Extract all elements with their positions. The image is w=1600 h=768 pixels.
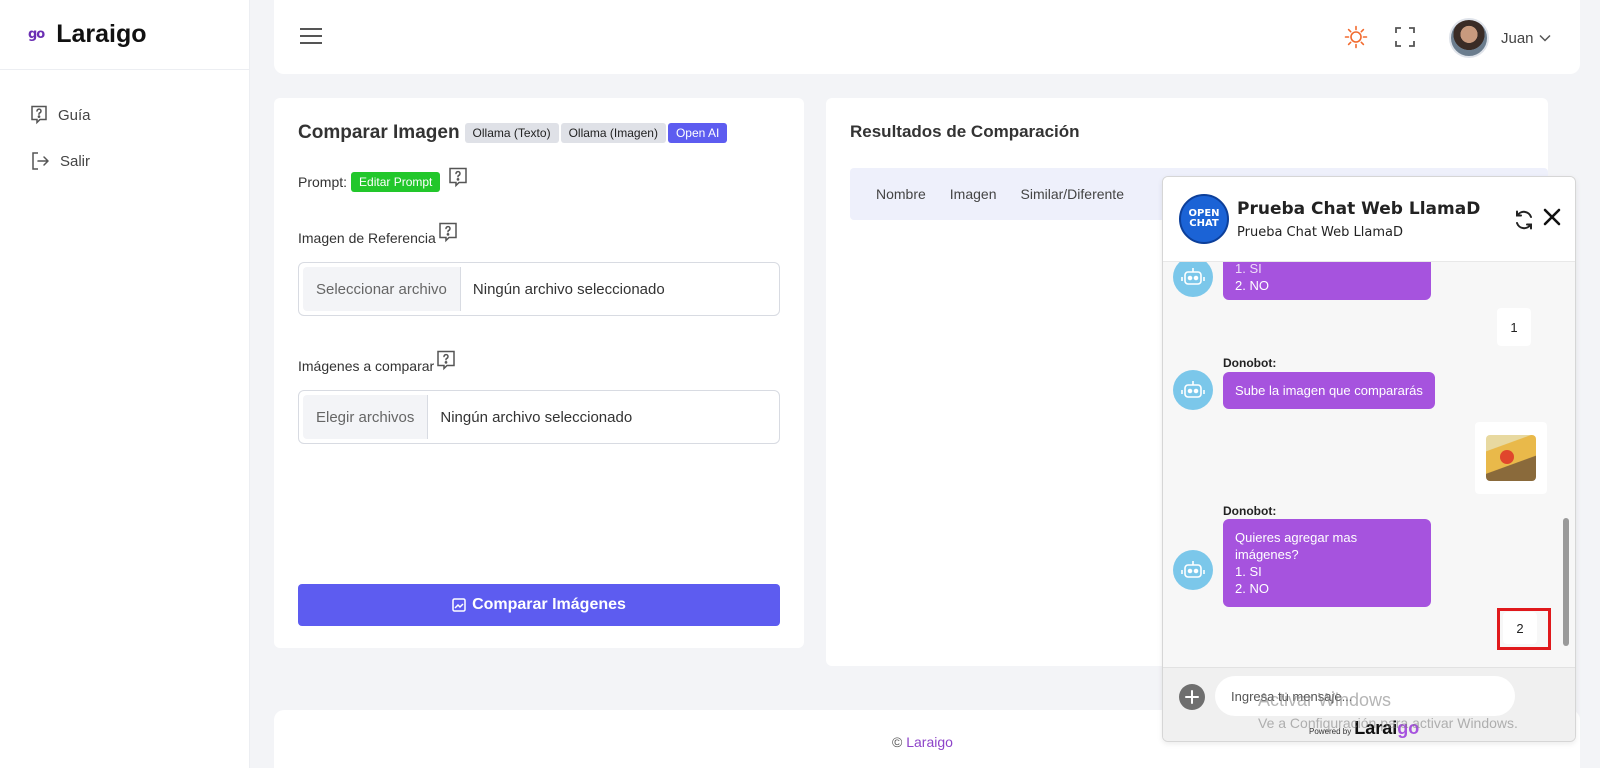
compare-images-label: Comparar Imágenes (472, 596, 626, 613)
reference-label: Imagen de Referencia (298, 230, 436, 246)
powered-brand-b: go (1397, 718, 1420, 738)
bot-message: 1. SI 2. NO (1223, 262, 1431, 300)
chat-header: OPEN CHAT Prueba Chat Web LlamaD Prueba … (1163, 177, 1575, 262)
column-header-imagen[interactable]: Imagen (950, 186, 997, 202)
brand-name: Laraigo (56, 20, 147, 48)
robot-icon (1181, 561, 1205, 578)
results-title: Resultados de Comparación (850, 122, 1080, 141)
avatar (1449, 18, 1489, 58)
powered-by-brand: Laraigo (1354, 718, 1419, 739)
highlight-box (1497, 608, 1551, 650)
sidebar-item-salir[interactable]: Salir (0, 138, 249, 184)
brand-logo-icon: go (28, 27, 45, 42)
reference-file-input[interactable]: Seleccionar archivo Ningún archivo selec… (298, 262, 780, 316)
chat-title: Prueba Chat Web LlamaD (1237, 198, 1481, 219)
chat-logo: OPEN CHAT (1179, 194, 1229, 244)
tag-ollama-texto[interactable]: Ollama (Texto) (464, 123, 559, 143)
plus-icon (1185, 690, 1199, 704)
help-icon[interactable] (436, 350, 456, 372)
logout-icon (32, 152, 49, 170)
bot-message-line: 1. SI (1235, 564, 1262, 579)
bot-message: Sube la imagen que compararás (1223, 372, 1435, 409)
refresh-icon[interactable] (1513, 209, 1535, 231)
sidebar-item-label: Guía (58, 106, 91, 124)
scrollbar-thumb[interactable] (1563, 518, 1569, 646)
footer-copyright: © Laraigo (892, 734, 953, 750)
reference-file-button[interactable]: Seleccionar archivo (303, 267, 461, 311)
powered-by-label: Powered by (1309, 727, 1352, 736)
user-message: 1 (1497, 308, 1531, 346)
sun-icon[interactable] (1344, 25, 1368, 54)
tag-ollama-imagen[interactable]: Ollama (Imagen) (560, 123, 666, 143)
chat-message-input[interactable] (1215, 676, 1515, 716)
bot-avatar (1173, 370, 1213, 410)
tag-open-ai[interactable]: Open AI (667, 123, 728, 143)
powered-brand-a: Larai (1354, 718, 1398, 738)
copyright-symbol: © (892, 734, 903, 750)
robot-icon (1181, 268, 1205, 285)
footer-link[interactable]: Laraigo (906, 734, 953, 750)
compare-card: Comparar Imagen Ollama (Texto) Ollama (I… (274, 98, 804, 648)
bot-message: Quieres agregar mas imágenes? 1. SI 2. N… (1223, 519, 1431, 607)
column-header-similar[interactable]: Similar/Diferente (1021, 186, 1124, 202)
brand[interactable]: go Laraigo (0, 0, 249, 70)
reference-label-row: Imagen de Referencia (298, 222, 458, 246)
powered-by: Powered by Laraigo (1309, 718, 1419, 739)
sidebar: go Laraigo Guía Salir (0, 0, 250, 768)
column-header-nombre[interactable]: Nombre (876, 186, 926, 202)
help-icon[interactable] (448, 167, 468, 189)
compare-title: Comparar Imagen (298, 122, 460, 143)
prompt-row: Prompt: Editar Prompt (298, 167, 468, 192)
sidebar-item-guia[interactable]: Guía (0, 92, 249, 138)
menu-toggle-icon[interactable] (300, 28, 322, 49)
help-icon[interactable] (438, 222, 458, 244)
chat-widget: OPEN CHAT Prueba Chat Web LlamaD Prueba … (1162, 176, 1576, 742)
side-nav: Guía Salir (0, 70, 249, 184)
help-icon (31, 105, 47, 125)
bot-message-line: 1. SI (1235, 262, 1262, 276)
bot-avatar (1173, 550, 1213, 590)
bot-avatar (1173, 262, 1213, 297)
bot-message-line: Quieres agregar mas imágenes? (1235, 530, 1358, 562)
bot-sender: Donobot: (1223, 356, 1277, 370)
image-edit-icon (452, 598, 466, 612)
chat-subtitle: Prueba Chat Web LlamaD (1237, 224, 1403, 240)
sidebar-item-label: Salir (60, 152, 91, 170)
chat-input-bar: Powered by Laraigo (1163, 667, 1575, 741)
robot-icon (1181, 381, 1205, 398)
compare-label-row: Imágenes a comparar (298, 350, 456, 374)
bot-message-line: 2. NO (1235, 278, 1269, 293)
attach-button[interactable] (1179, 684, 1205, 710)
compare-files-input[interactable]: Elegir archivos Ningún archivo seleccion… (298, 390, 780, 444)
prompt-label: Prompt: (298, 174, 348, 190)
reference-file-value: Ningún archivo seleccionado (472, 280, 665, 298)
compare-files-button[interactable]: Elegir archivos (303, 395, 429, 439)
fullscreen-icon[interactable] (1395, 27, 1415, 52)
compare-files-value: Ningún archivo seleccionado (440, 408, 633, 426)
chat-messages[interactable]: 1. SI 2. NO 1 Donobot: Sube la imagen qu… (1163, 262, 1575, 667)
edit-prompt-button[interactable]: Editar Prompt (351, 172, 441, 192)
user-menu[interactable]: Juan (1449, 18, 1551, 58)
bot-sender: Donobot: (1223, 504, 1277, 518)
user-image-message[interactable] (1475, 422, 1547, 494)
chat-scrollbar[interactable] (1563, 266, 1569, 663)
compare-title-row: Comparar Imagen Ollama (Texto) Ollama (I… (298, 122, 729, 144)
bot-message-line: 2. NO (1235, 581, 1269, 596)
compare-images-button[interactable]: Comparar Imágenes (298, 584, 780, 626)
close-icon[interactable] (1543, 208, 1561, 226)
chevron-down-icon (1539, 34, 1551, 42)
user-name: Juan (1501, 29, 1534, 47)
top-header: Juan (274, 0, 1580, 74)
image-thumbnail (1486, 435, 1536, 481)
compare-images-label: Imágenes a comparar (298, 358, 435, 374)
